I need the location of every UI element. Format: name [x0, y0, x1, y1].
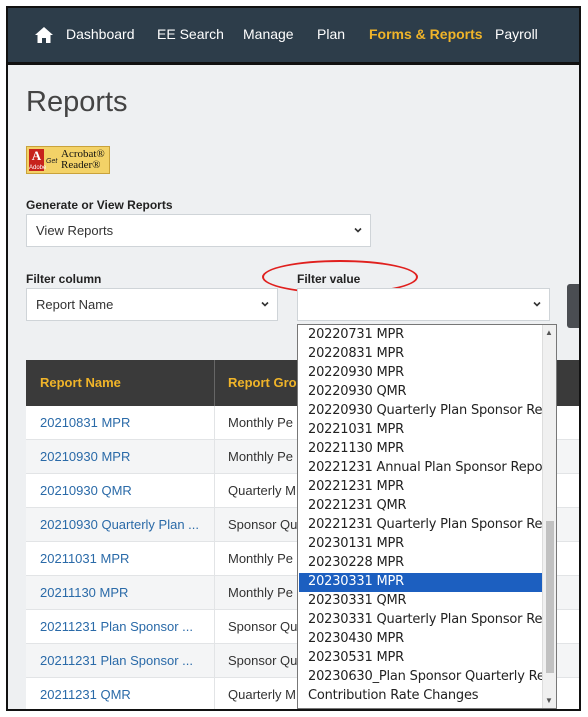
dropdown-option[interactable]: 20230228 MPR: [299, 554, 554, 573]
dropdown-option[interactable]: 20230331 QMR: [299, 592, 554, 611]
report-group: Monthly Pe: [228, 449, 294, 464]
nav-payroll[interactable]: Payroll: [495, 26, 538, 42]
nav-dashboard[interactable]: Dashboard: [66, 26, 135, 42]
cell-divider: [214, 610, 215, 643]
generate-select-value: View Reports: [36, 223, 114, 238]
adobe-text: Adobe: [29, 165, 47, 171]
filter-column-value: Report Name: [36, 297, 114, 312]
generate-select[interactable]: View Reports: [26, 214, 371, 247]
acrobat-reader-badge[interactable]: A Adobe Get Acrobat® Reader®: [26, 146, 110, 174]
chevron-down-icon: [533, 301, 541, 307]
dropdown-option[interactable]: 20220930 Quarterly Plan Sponsor Report: [299, 402, 556, 421]
report-group: Quarterly M: [228, 687, 296, 702]
dropdown-option[interactable]: 20220831 MPR: [299, 345, 554, 364]
generate-label: Generate or View Reports: [26, 198, 173, 212]
dropdown-option[interactable]: 20230430 MPR: [299, 630, 554, 649]
report-group: Sponsor Qu: [228, 517, 298, 532]
report-link[interactable]: 20210831 MPR: [40, 415, 130, 430]
dropdown-option[interactable]: 20220930 MPR: [299, 364, 554, 383]
filter-value-select[interactable]: [297, 288, 550, 321]
dropdown-option[interactable]: 20221231 QMR: [299, 497, 554, 516]
dropdown-option[interactable]: 20230531 MPR: [299, 649, 554, 668]
cell-divider: [214, 474, 215, 507]
cell-divider: [214, 644, 215, 677]
dropdown-option[interactable]: 20220930 QMR: [299, 383, 554, 402]
column-header-report-group[interactable]: Report Grou: [228, 375, 305, 390]
acrobat-reader-text: Acrobat® Reader®: [61, 148, 105, 171]
top-navbar: Dashboard EE Search Manage Plan Forms & …: [8, 8, 579, 65]
report-link[interactable]: 20211130 MPR: [40, 585, 128, 600]
report-link[interactable]: 20211031 MPR: [40, 551, 129, 566]
dropdown-option[interactable]: 20220731 MPR: [299, 326, 554, 345]
report-group: Sponsor Qu: [228, 653, 298, 668]
app-window: Dashboard EE Search Manage Plan Forms & …: [6, 6, 581, 711]
nav-plan[interactable]: Plan: [317, 26, 345, 42]
dropdown-option[interactable]: 20221231 Quarterly Plan Sponsor Report: [299, 516, 556, 535]
page-title: Reports: [26, 86, 128, 118]
cell-divider: [214, 406, 215, 439]
dropdown-option[interactable]: 20230630_Plan Sponsor Quarterly Report: [299, 668, 556, 687]
scroll-down-icon[interactable]: ▼: [545, 696, 553, 705]
dropdown-option[interactable]: Contribution Rate Changes: [299, 687, 554, 706]
chevron-down-icon: [261, 301, 269, 307]
report-link[interactable]: 20211231 QMR: [40, 687, 131, 702]
report-link[interactable]: 20210930 QMR: [40, 483, 132, 498]
dropdown-option[interactable]: 20221231 Annual Plan Sponsor Report: [299, 459, 554, 478]
report-link[interactable]: 20211231 Plan Sponsor ...: [40, 619, 193, 634]
report-group: Monthly Pe: [228, 415, 294, 430]
dropdown-option[interactable]: 20230331 Quarterly Plan Sponsor Report: [299, 611, 556, 630]
filter-value-dropdown-list[interactable]: 20220731 MPR 20220831 MPR 20220930 MPR 2…: [297, 324, 557, 709]
column-header-report-name[interactable]: Report Name: [40, 375, 121, 390]
dropdown-option-selected[interactable]: 20230331 MPR: [299, 573, 554, 592]
dropdown-option[interactable]: 20221031 MPR: [299, 421, 554, 440]
report-link[interactable]: 20210930 MPR: [40, 449, 130, 464]
side-button[interactable]: [567, 284, 579, 328]
scroll-up-icon[interactable]: ▲: [545, 328, 553, 337]
filter-column-select[interactable]: Report Name: [26, 288, 278, 321]
dropdown-option[interactable]: 20230131 MPR: [299, 535, 554, 554]
dropdown-scrollbar[interactable]: ▲ ▼: [542, 325, 556, 708]
home-icon[interactable]: [34, 26, 54, 44]
cell-divider: [214, 542, 215, 575]
report-link[interactable]: 20210930 Quarterly Plan ...: [40, 517, 199, 532]
cell-divider: [214, 440, 215, 473]
report-link[interactable]: 20211231 Plan Sponsor ...: [40, 653, 193, 668]
chevron-down-icon: [354, 227, 362, 233]
report-group: Quarterly M: [228, 483, 296, 498]
cell-divider: [214, 678, 215, 709]
nav-ee-search[interactable]: EE Search: [157, 26, 224, 42]
dropdown-option[interactable]: 20221130 MPR: [299, 440, 554, 459]
report-group: Monthly Pe: [228, 585, 294, 600]
report-group: Sponsor Qu: [228, 619, 298, 634]
dropdown-option[interactable]: 20221231 MPR: [299, 478, 554, 497]
cell-divider: [214, 576, 215, 609]
report-group: Monthly Pe: [228, 551, 294, 566]
scrollbar-thumb[interactable]: [546, 521, 554, 673]
nav-manage[interactable]: Manage: [243, 26, 294, 42]
filter-column-label: Filter column: [26, 272, 102, 286]
get-text: Get: [46, 158, 58, 165]
nav-forms-reports[interactable]: Forms & Reports: [369, 26, 483, 42]
header-divider: [214, 360, 215, 406]
cell-divider: [214, 508, 215, 541]
